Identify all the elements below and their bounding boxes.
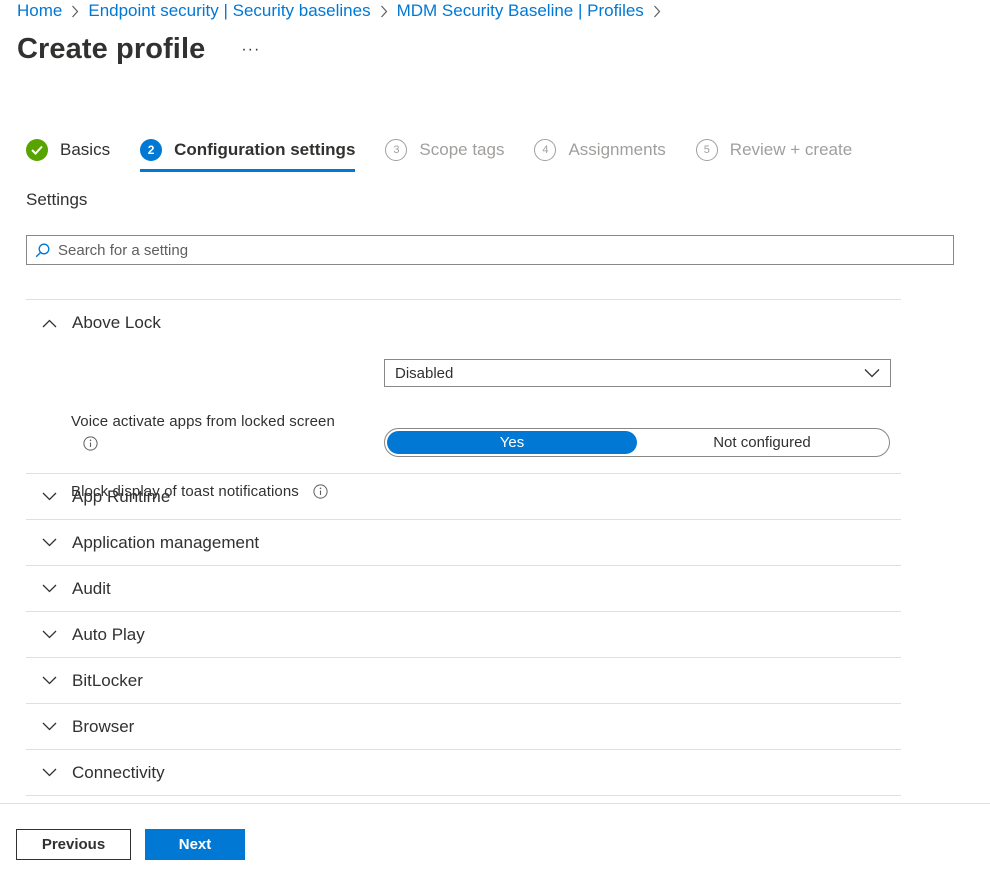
step-basics[interactable]: Basics bbox=[26, 136, 110, 164]
step-number: 4 bbox=[534, 139, 557, 161]
search-icon bbox=[35, 243, 50, 258]
step-label: Basics bbox=[60, 140, 111, 159]
title-row: Create profile ··· bbox=[17, 33, 264, 66]
toast-notifications-label: Block display of toast notifications bbox=[71, 483, 328, 500]
step-configuration-settings[interactable]: 2 Configuration settings bbox=[140, 136, 356, 172]
search-input[interactable] bbox=[58, 241, 918, 259]
page-title: Create profile bbox=[17, 33, 206, 65]
step-label: Assignments bbox=[568, 140, 666, 159]
settings-accordion: Above Lock Voice activate apps from lock… bbox=[26, 299, 901, 796]
chevron-down-icon bbox=[26, 538, 72, 547]
step-label: Configuration settings bbox=[174, 140, 356, 159]
category-label: Auto Play bbox=[72, 624, 145, 644]
above-lock-settings: Voice activate apps from locked screen D… bbox=[26, 346, 901, 500]
search-box bbox=[26, 235, 954, 265]
step-label: Scope tags bbox=[419, 140, 505, 159]
settings-heading: Settings bbox=[26, 190, 88, 209]
breadcrumb-security-baselines[interactable]: Endpoint security | Security baselines bbox=[88, 1, 370, 21]
category-label: BitLocker bbox=[72, 670, 143, 690]
chevron-down-icon bbox=[26, 722, 72, 731]
category-connectivity[interactable]: Connectivity bbox=[26, 750, 901, 796]
previous-button[interactable]: Previous bbox=[16, 829, 131, 860]
more-options-button[interactable]: ··· bbox=[237, 39, 264, 61]
toggle-option-not-configured[interactable]: Not configured bbox=[637, 431, 887, 454]
category-label: Connectivity bbox=[72, 762, 165, 782]
category-label: Above Lock bbox=[72, 313, 161, 332]
dropdown-value: Disabled bbox=[395, 364, 454, 382]
breadcrumb-mdm-baseline-profiles[interactable]: MDM Security Baseline | Profiles bbox=[397, 1, 644, 21]
step-number: 3 bbox=[385, 139, 408, 161]
chevron-down-icon bbox=[864, 368, 880, 378]
step-number: 5 bbox=[695, 139, 718, 161]
category-audit[interactable]: Audit bbox=[26, 566, 901, 612]
category-bitlocker[interactable]: BitLocker bbox=[26, 658, 901, 704]
step-assignments[interactable]: 4 Assignments bbox=[534, 136, 666, 164]
checkmark-icon bbox=[26, 139, 48, 161]
footer-bar: Previous Next bbox=[0, 803, 990, 871]
breadcrumb-home[interactable]: Home bbox=[17, 1, 62, 21]
chevron-down-icon bbox=[26, 630, 72, 639]
category-auto-play[interactable]: Auto Play bbox=[26, 612, 901, 658]
step-scope-tags[interactable]: 3 Scope tags bbox=[385, 136, 504, 164]
breadcrumb: Home Endpoint security | Security baseli… bbox=[17, 0, 670, 22]
chevron-down-icon bbox=[26, 492, 72, 501]
category-above-lock[interactable]: Above Lock bbox=[26, 300, 901, 346]
chevron-right-icon bbox=[380, 5, 388, 18]
toast-notifications-toggle: Yes Not configured bbox=[384, 428, 890, 457]
chevron-right-icon bbox=[71, 5, 79, 18]
category-browser[interactable]: Browser bbox=[26, 704, 901, 750]
chevron-right-icon bbox=[653, 5, 661, 18]
info-icon[interactable] bbox=[83, 436, 98, 451]
category-label: Browser bbox=[72, 716, 135, 736]
chevron-down-icon bbox=[26, 584, 72, 593]
setting-label-text: Voice activate apps from locked screen bbox=[71, 413, 335, 430]
toggle-option-yes[interactable]: Yes bbox=[387, 431, 637, 454]
voice-activate-dropdown[interactable]: Disabled bbox=[384, 359, 891, 387]
step-review-create[interactable]: 5 Review + create bbox=[695, 136, 853, 164]
step-label: Review + create bbox=[729, 140, 853, 159]
category-label: Audit bbox=[72, 578, 111, 598]
category-label: Application management bbox=[72, 532, 260, 552]
chevron-up-icon bbox=[26, 319, 72, 328]
wizard-steps: Basics 2 Configuration settings 3 Scope … bbox=[26, 136, 882, 174]
chevron-down-icon bbox=[26, 676, 72, 685]
category-application-management[interactable]: Application management bbox=[26, 520, 901, 566]
setting-label-text: Block display of toast notifications bbox=[71, 483, 299, 500]
chevron-down-icon bbox=[26, 768, 72, 777]
next-button[interactable]: Next bbox=[145, 829, 245, 860]
voice-activate-label: Voice activate apps from locked screen bbox=[71, 413, 335, 430]
step-number: 2 bbox=[140, 139, 163, 161]
create-profile-page: Home Endpoint security | Security baseli… bbox=[0, 0, 990, 871]
info-icon[interactable] bbox=[313, 484, 328, 499]
